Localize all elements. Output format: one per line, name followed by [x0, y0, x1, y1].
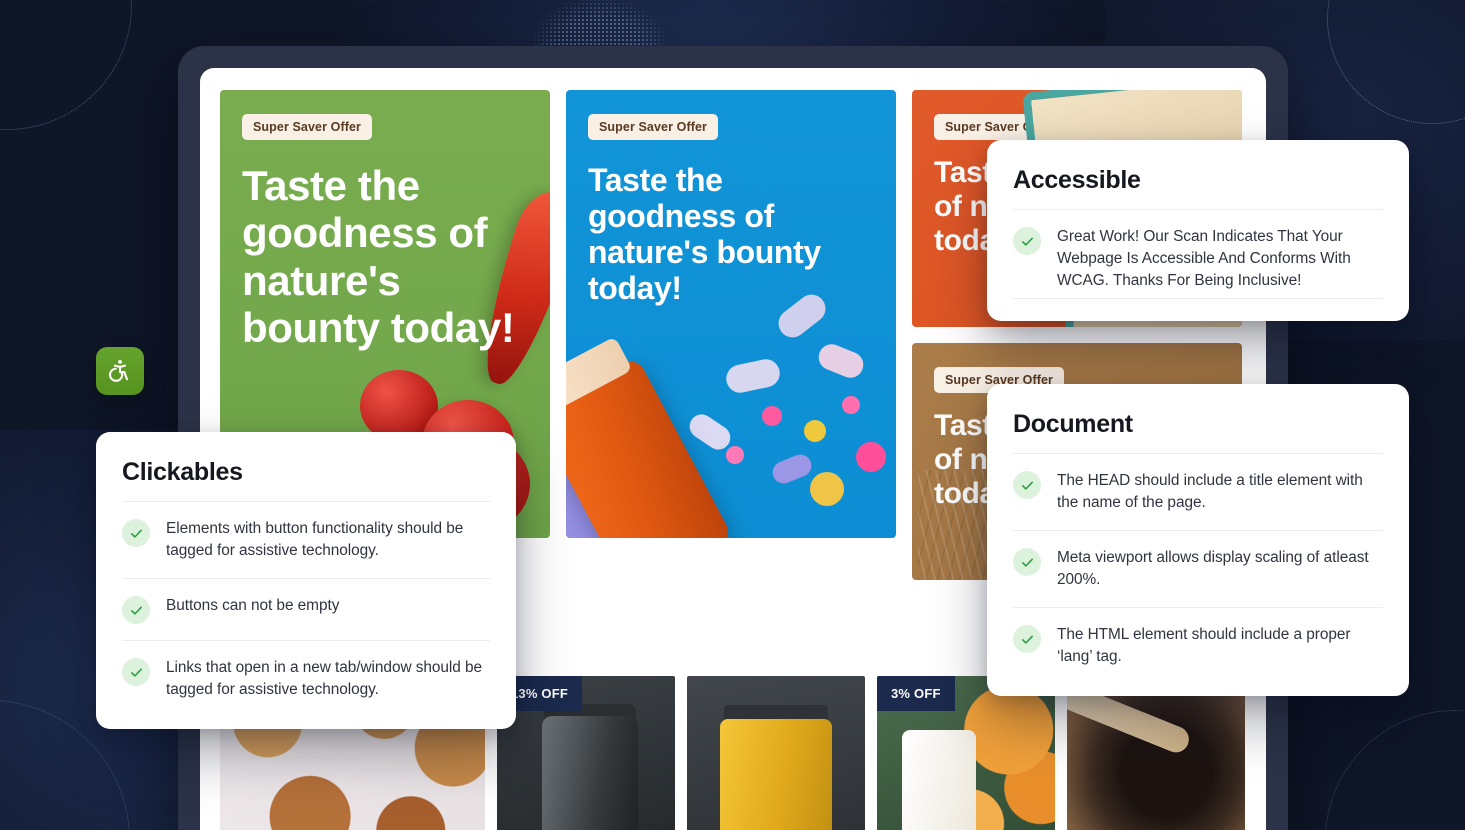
report-item-list: The HEAD should include a title element … [1013, 453, 1383, 674]
report-card-accessible: Accessible Great Work! Our Scan Indicate… [987, 140, 1409, 322]
report-item-text: Meta viewport allows display scaling of … [1057, 549, 1369, 589]
report-card-document: Document The HEAD should include a title… [987, 384, 1409, 697]
report-item-text: The HEAD should include a title element … [1057, 472, 1363, 512]
banner-art-pills [566, 90, 896, 538]
banner-headline: Taste the goodness of nature's bounty to… [588, 162, 821, 307]
pill-shape [685, 409, 735, 455]
pill-bottle-shape [566, 354, 735, 538]
check-circle-icon [1013, 548, 1041, 577]
check-circle-icon [1013, 471, 1041, 499]
product-card-choco[interactable] [1067, 676, 1245, 830]
pill-shape [814, 340, 868, 382]
offer-badge: Super Saver Offer [934, 114, 1064, 140]
dotted-arc-bottom-right-icon [1325, 710, 1465, 830]
pill-shape [804, 420, 826, 442]
accessibility-widget-button[interactable] [96, 347, 144, 395]
report-list-item: The HEAD should include a title element … [1013, 453, 1383, 530]
report-item-text: The HTML element should include a proper… [1057, 626, 1351, 666]
dotted-arc-top-right-icon [1327, 0, 1465, 124]
report-card-title: Clickables [122, 458, 243, 486]
report-item-list: Great Work! Our Scan Indicates That Your… [1013, 209, 1383, 298]
product-card-bolt[interactable] [687, 676, 865, 830]
product-image [687, 676, 865, 830]
offer-badge: Super Saver Offer [588, 114, 718, 140]
report-list-item: Meta viewport allows display scaling of … [1013, 530, 1383, 607]
banner-headline: Taste the goodness of nature's bounty to… [242, 162, 515, 352]
dotted-arc-top-left-icon [0, 0, 132, 130]
report-card-title: Document [1013, 410, 1133, 438]
pill-shape [769, 451, 815, 487]
pill-shape [842, 396, 860, 414]
pill-shape [726, 446, 744, 464]
report-card-divider [1013, 298, 1383, 300]
report-list-item: The HTML element should include a proper… [1013, 607, 1383, 674]
screenshot-stage: Super Saver Offer Taste the goodness of … [0, 0, 1465, 830]
accessibility-wheelchair-icon [109, 360, 128, 382]
pill-bottle-shape [566, 406, 680, 538]
report-item-text: Links that open in a new tab/window shou… [166, 659, 483, 699]
report-card-title: Accessible [1013, 166, 1141, 194]
product-image [1067, 676, 1245, 830]
promo-banner-blue[interactable]: Super Saver Offer Taste the goodness of … [566, 90, 896, 538]
discount-badge: 3% OFF [877, 676, 955, 711]
pill-shape [810, 472, 844, 506]
report-item-text: Buttons can not be empty [166, 597, 340, 615]
report-list-item: Elements with button functionality shoul… [122, 501, 490, 578]
halftone-dots-decoration [505, 0, 695, 46]
product-card-elements[interactable]: 3% OFF [877, 676, 1055, 830]
check-circle-icon [1013, 227, 1041, 255]
report-list-item: Great Work! Our Scan Indicates That Your… [1013, 209, 1383, 298]
pill-shape [762, 406, 782, 426]
product-card-muscle[interactable]: 13% OFF [497, 676, 675, 830]
pill-shape [856, 442, 886, 472]
check-circle-icon [1013, 625, 1041, 654]
offer-badge: Super Saver Offer [242, 114, 372, 140]
check-circle-icon [122, 658, 150, 687]
report-list-item: Links that open in a new tab/window shou… [122, 640, 490, 707]
report-item-list: Elements with button functionality shoul… [122, 501, 490, 707]
check-circle-icon [122, 596, 150, 625]
report-item-text: Great Work! Our Scan Indicates That Your… [1057, 228, 1351, 290]
report-card-clickables: Clickables Elements with button function… [96, 432, 516, 730]
pill-shape [723, 356, 783, 396]
report-item-text: Elements with button functionality shoul… [166, 520, 464, 560]
check-circle-icon [122, 519, 150, 547]
report-list-item: Buttons can not be empty [122, 578, 490, 640]
